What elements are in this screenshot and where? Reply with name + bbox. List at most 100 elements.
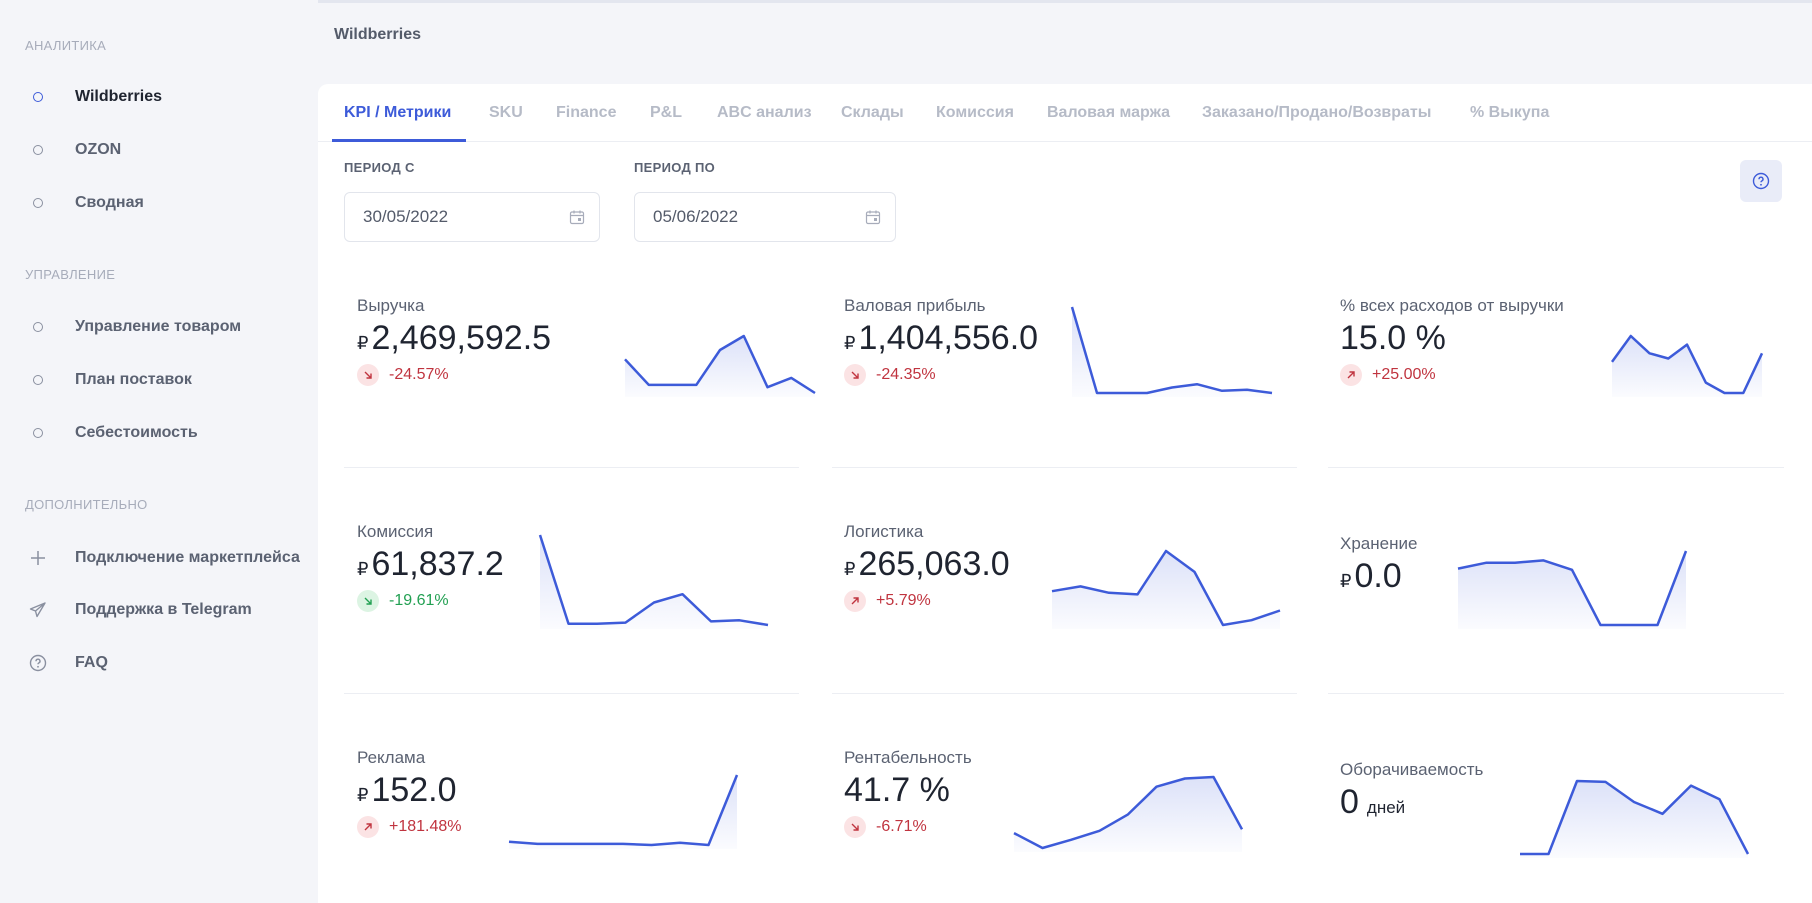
kpi-number: 41.7 % bbox=[844, 771, 950, 809]
tab-abc-analysis[interactable]: ABC анализ bbox=[717, 104, 812, 122]
kpi-title: Комиссия bbox=[357, 522, 434, 541]
sidebar-item-label: OZON bbox=[75, 141, 122, 158]
tab-finance[interactable]: Finance bbox=[556, 104, 616, 122]
sparkline-chart bbox=[1610, 334, 1764, 397]
arrow-down-right-icon bbox=[844, 816, 866, 838]
tab-sku[interactable]: SKU bbox=[489, 104, 523, 122]
sparkline-chart bbox=[1457, 550, 1688, 629]
kpi-divider bbox=[1328, 467, 1784, 468]
tab-kpi-metrics[interactable]: KPI / Метрики bbox=[344, 104, 451, 122]
sidebar-item-telegram-support[interactable]: Поддержка в Telegram bbox=[25, 595, 252, 625]
sidebar-item-label: Подключение маркетплейса bbox=[75, 549, 300, 566]
tab-gross-margin[interactable]: Валовая маржа bbox=[1047, 104, 1170, 122]
period-from-input[interactable]: 30/05/2022 bbox=[344, 192, 600, 242]
arrow-down-right-icon bbox=[844, 364, 866, 386]
period-from-value: 30/05/2022 bbox=[363, 207, 449, 226]
kpi-delta: -19.61% bbox=[357, 590, 449, 612]
sidebar-item-label: Сводная bbox=[75, 194, 144, 211]
sparkline-area bbox=[509, 775, 737, 849]
arrow-down-right-icon bbox=[357, 364, 379, 386]
kpi-title: Выручка bbox=[357, 296, 425, 315]
period-to-input[interactable]: 05/06/2022 bbox=[634, 192, 896, 242]
currency-symbol: ₽ bbox=[844, 333, 856, 353]
kpi-delta: +181.48% bbox=[357, 816, 462, 838]
tab-pnl[interactable]: P&L bbox=[650, 104, 682, 122]
sidebar-section-analytics-title: АНАЛИТИКА bbox=[25, 38, 107, 53]
sidebar-item-ozon[interactable]: OZON bbox=[25, 135, 121, 165]
sidebar-item-product-management[interactable]: Управление товаром bbox=[25, 312, 241, 342]
circle-icon bbox=[33, 322, 43, 332]
kpi-delta-value: +181.48% bbox=[389, 818, 462, 835]
calendar-icon[interactable] bbox=[865, 209, 881, 230]
question-circle-icon bbox=[1752, 172, 1770, 190]
kpi-delta-value: -24.35% bbox=[876, 366, 936, 383]
tab-bar: KPI / Метрики SKU Finance P&L ABC анализ… bbox=[318, 84, 1812, 142]
help-button[interactable] bbox=[1740, 160, 1782, 202]
kpi-delta-value: -24.57% bbox=[389, 366, 449, 383]
sparkline-chart bbox=[508, 774, 739, 849]
sparkline-area bbox=[1052, 551, 1280, 629]
kpi-delta-value: +25.00% bbox=[1372, 366, 1436, 383]
arrow-down-right-icon bbox=[357, 590, 379, 612]
kpi-value: 15.0 % bbox=[1340, 319, 1446, 358]
telegram-icon bbox=[25, 601, 51, 619]
period-from-label: ПЕРИОД С bbox=[344, 160, 415, 175]
sparkline-area bbox=[1520, 781, 1748, 858]
kpi-title: Рентабельность bbox=[844, 748, 972, 767]
kpi-title: Хранение bbox=[1340, 534, 1418, 553]
sidebar-section-management-title: УПРАВЛЕНИЕ bbox=[25, 267, 116, 282]
kpi-divider bbox=[832, 693, 1297, 694]
kpi-value: 0 дней bbox=[1340, 783, 1405, 822]
kpi-title: Валовая прибыль bbox=[844, 296, 986, 315]
circle-icon bbox=[33, 145, 43, 155]
sparkline-area bbox=[1072, 307, 1272, 397]
arrow-up-right-icon bbox=[357, 816, 379, 838]
kpi-divider bbox=[344, 467, 799, 468]
kpi-delta: +25.00% bbox=[1340, 364, 1436, 386]
sidebar-item-cost-price[interactable]: Себестоимость bbox=[25, 418, 198, 448]
tab-warehouses[interactable]: Склады bbox=[841, 104, 904, 122]
tab-buyout-percent[interactable]: % Выкупа bbox=[1470, 104, 1549, 122]
page-title: Wildberries bbox=[334, 26, 421, 43]
calendar-icon[interactable] bbox=[569, 209, 585, 230]
sidebar-item-connect-marketplace[interactable]: Подключение маркетплейса bbox=[25, 543, 300, 573]
arrow-up-right-icon bbox=[1340, 364, 1362, 386]
main-card: KPI / Метрики SKU Finance P&L ABC анализ… bbox=[318, 84, 1812, 903]
sparkline-chart bbox=[1070, 306, 1273, 397]
arrow-up-right-icon bbox=[844, 590, 866, 612]
tab-commission[interactable]: Комиссия bbox=[936, 104, 1014, 122]
sidebar-item-label: Wildberries bbox=[75, 88, 162, 105]
sidebar-item-wildberries[interactable]: Wildberries bbox=[25, 82, 162, 112]
kpi-divider bbox=[832, 467, 1297, 468]
circle-icon bbox=[33, 92, 43, 102]
kpi-number: 152.0 bbox=[371, 771, 457, 809]
sparkline-area bbox=[540, 535, 768, 629]
kpi-divider bbox=[344, 693, 799, 694]
kpi-title: Логистика bbox=[844, 522, 924, 541]
currency-symbol: ₽ bbox=[1340, 571, 1352, 591]
kpi-value: ₽265,063.0 bbox=[844, 545, 1010, 584]
currency-symbol: ₽ bbox=[844, 559, 856, 579]
kpi-divider bbox=[1328, 693, 1784, 694]
kpi-unit: дней bbox=[1366, 798, 1406, 817]
circle-icon bbox=[33, 198, 43, 208]
kpi-value: ₽1,404,556.0 bbox=[844, 319, 1038, 358]
sparkline-area bbox=[625, 336, 815, 397]
currency-symbol: ₽ bbox=[357, 559, 369, 579]
sidebar-item-supply-plan[interactable]: План поставок bbox=[25, 365, 192, 395]
kpi-delta-value: -6.71% bbox=[876, 818, 927, 835]
plus-icon bbox=[25, 550, 51, 566]
sidebar-item-summary[interactable]: Сводная bbox=[25, 188, 144, 218]
tab-ordered-sold-returns[interactable]: Заказано/Продано/Возвраты bbox=[1202, 104, 1431, 122]
sparkline-line bbox=[1070, 306, 1273, 395]
kpi-number: 0.0 bbox=[1354, 557, 1402, 595]
sidebar-item-label: План поставок bbox=[75, 371, 192, 388]
kpi-value: ₽152.0 bbox=[357, 771, 457, 810]
period-to-label: ПЕРИОД ПО bbox=[634, 160, 715, 175]
sidebar-item-faq[interactable]: FAQ bbox=[25, 648, 108, 678]
sidebar: АНАЛИТИКА Wildberries OZON Сводная УПРАВ… bbox=[0, 0, 318, 903]
kpi-value: ₽61,837.2 bbox=[357, 545, 504, 584]
sidebar-item-label: Себестоимость bbox=[75, 424, 198, 441]
currency-symbol: ₽ bbox=[357, 785, 369, 805]
sparkline-line bbox=[508, 774, 739, 847]
